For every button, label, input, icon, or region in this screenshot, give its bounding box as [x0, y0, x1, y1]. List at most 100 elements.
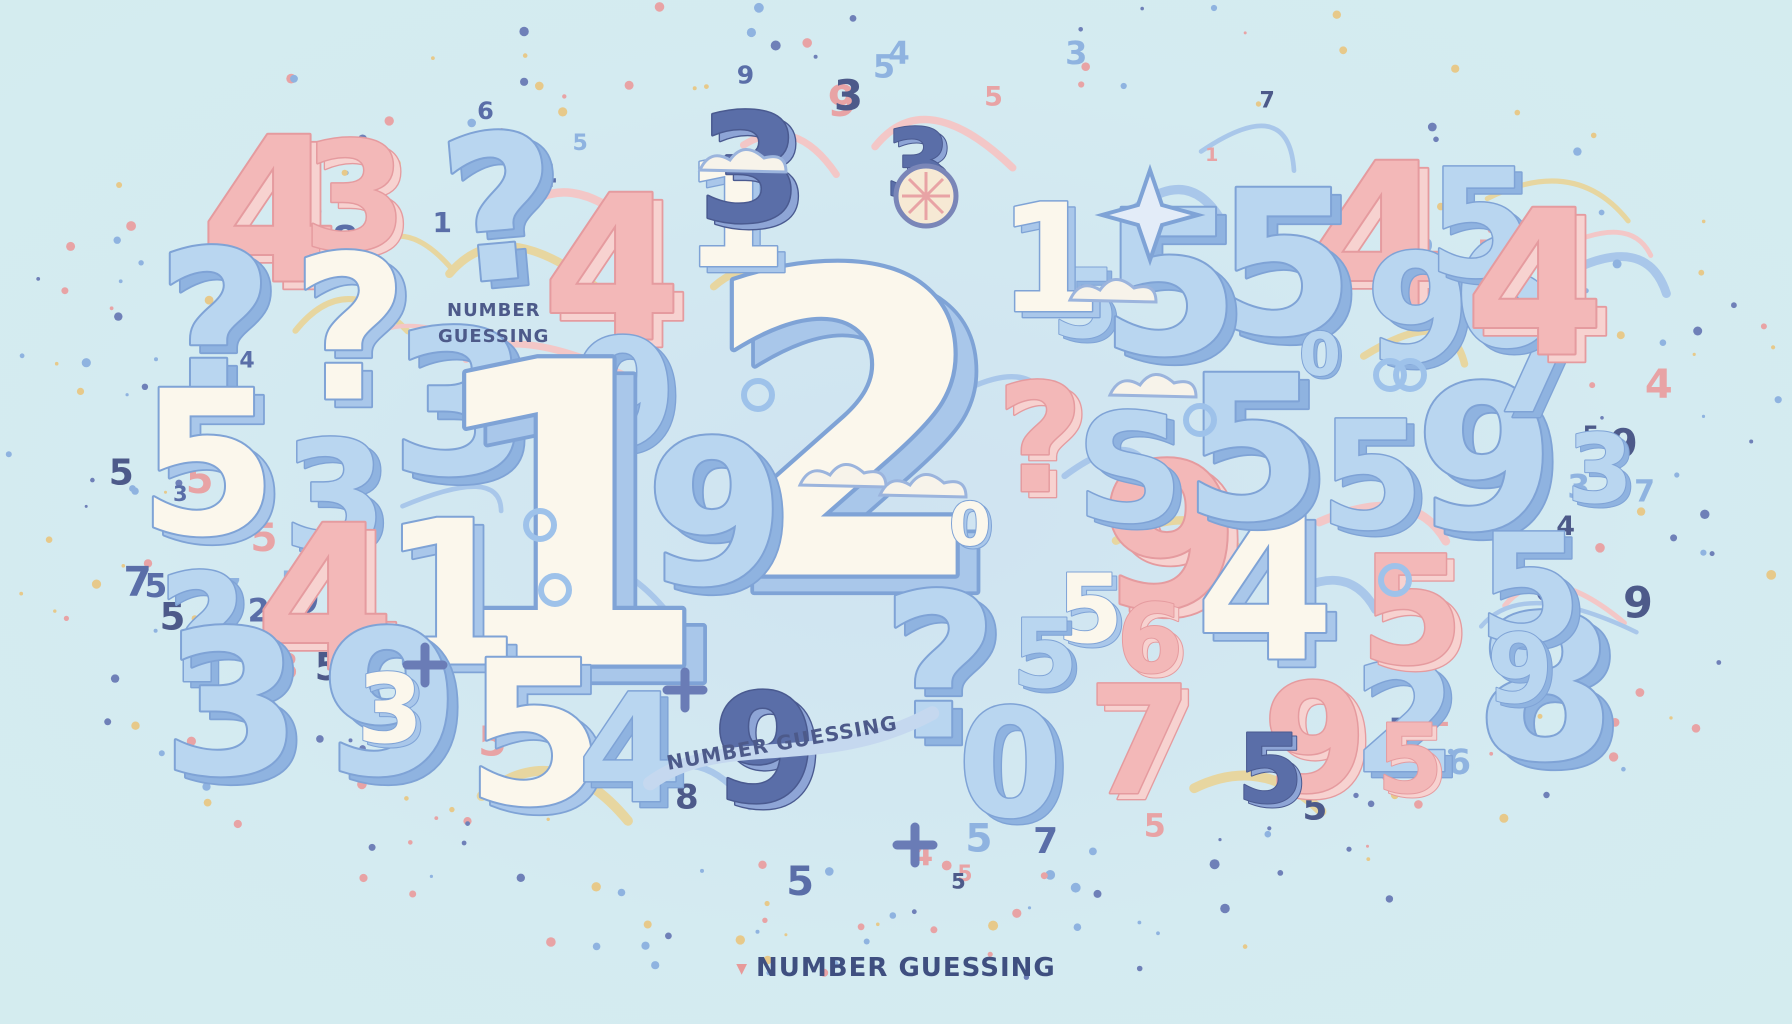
- digit-glyph: ??: [880, 550, 1010, 795]
- confetti-dot: [126, 221, 136, 231]
- confetti-dot: [825, 867, 834, 876]
- confetti-dot: [125, 393, 129, 397]
- confetti-dot: [90, 477, 95, 483]
- confetti-dot: [429, 874, 433, 879]
- confetti-dot: [1451, 64, 1460, 73]
- confetti-dot: [863, 938, 870, 945]
- confetti-dot: [113, 236, 121, 244]
- confetti-dot: [1277, 870, 1284, 876]
- confetti-dot: [1573, 147, 1582, 156]
- confetti-dot: [1070, 882, 1081, 893]
- digit-face: ?: [882, 552, 998, 785]
- digit-face: 3: [162, 589, 301, 822]
- confetti-dot: [36, 277, 41, 281]
- confetti-dot: [857, 923, 865, 931]
- confetti-dot: [1709, 551, 1715, 557]
- confetti-dot: [1012, 908, 1022, 918]
- confetti-dot: [802, 38, 812, 48]
- confetti-dot: [45, 536, 53, 543]
- digit-glyph: SS: [1074, 382, 1192, 565]
- confetti-dot: [1692, 352, 1696, 356]
- confetti-dot: [1700, 549, 1707, 556]
- digit-face: 6: [1117, 585, 1183, 695]
- digit-glyph: 33: [160, 587, 313, 832]
- small-digit: 5: [109, 453, 134, 494]
- confetti-dot: [665, 932, 672, 940]
- confetti-dot: [1669, 716, 1673, 720]
- confetti-dot: [81, 358, 91, 368]
- confetti-dot: [66, 241, 76, 251]
- confetti-dot: [1731, 302, 1737, 309]
- confetti-dot: [116, 182, 123, 188]
- confetti-dot: [562, 94, 567, 99]
- small-digit: 5: [951, 870, 966, 894]
- small-digit: 5: [572, 131, 587, 156]
- confetti-dot: [54, 361, 59, 366]
- digit-face: 3: [357, 655, 423, 765]
- digit-glyph: 99: [643, 397, 796, 642]
- digit-face: 5: [1377, 705, 1443, 815]
- digit-face: ?: [996, 353, 1083, 527]
- confetti-dot: [755, 929, 760, 934]
- confetti-dot: [522, 53, 528, 58]
- small-digit: 4: [888, 35, 910, 71]
- caption-left-line2: GUESSING: [438, 326, 549, 347]
- confetti-dot: [118, 279, 123, 284]
- small-digit: 3: [1065, 34, 1087, 72]
- confetti-dot: [1760, 323, 1767, 330]
- confetti-dot: [1499, 813, 1509, 823]
- confetti-dot: [1137, 920, 1142, 925]
- confetti-dot: [1774, 396, 1782, 404]
- confetti-dot: [519, 26, 529, 37]
- confetti-dot: [911, 909, 917, 915]
- confetti-dot: [764, 900, 770, 907]
- confetti-dot: [1616, 331, 1625, 340]
- digit-collage: 3455455955554523875435755454793555956167…: [5, 2, 1782, 980]
- confetti-dot: [784, 933, 788, 937]
- confetti-dot: [1595, 543, 1605, 553]
- confetti-dot: [617, 888, 626, 897]
- confetti-dot: [758, 860, 767, 869]
- confetti-dot: [153, 628, 158, 633]
- confetti-dot: [368, 843, 376, 851]
- confetti-dot: [876, 922, 880, 927]
- confetti-dot: [1691, 724, 1701, 733]
- confetti-dot: [138, 260, 144, 266]
- confetti-dot: [409, 890, 417, 898]
- digit-face: 0: [1299, 320, 1341, 390]
- confetti-dot: [5, 451, 12, 458]
- confetti-dot: [1218, 838, 1222, 842]
- small-digit: 3: [834, 71, 863, 120]
- confetti-dot: [1078, 27, 1083, 32]
- confetti-dot: [1040, 872, 1048, 880]
- confetti-dot: [520, 77, 529, 86]
- confetti-dot: [1366, 857, 1371, 861]
- confetti-dot: [591, 882, 601, 892]
- confetti-dot: [754, 2, 764, 13]
- confetti-dot: [1140, 6, 1144, 11]
- digit-glyph: 33: [696, 82, 811, 265]
- confetti-dot: [762, 917, 768, 923]
- confetti-dot: [1693, 326, 1703, 336]
- confetti-dot: [813, 54, 818, 59]
- confetti-dot: [53, 609, 57, 613]
- confetti-dot: [61, 287, 69, 295]
- confetti-dot: [1078, 81, 1085, 88]
- footer-caption-text: NUMBER GUESSING: [756, 953, 1056, 983]
- small-digit: 4: [1645, 362, 1673, 408]
- digit-face: 5: [1320, 390, 1424, 564]
- confetti-dot: [988, 920, 999, 931]
- digit-glyph: 99: [1486, 614, 1559, 730]
- confetti-dot: [1635, 688, 1645, 697]
- confetti-dot: [1073, 923, 1082, 931]
- confetti-dot: [1385, 895, 1394, 903]
- confetti-dot: [1701, 219, 1706, 224]
- confetti-dot: [1716, 660, 1722, 665]
- confetti-dot: [408, 840, 413, 845]
- confetti-dot: [592, 942, 601, 951]
- digit-face: 9: [645, 399, 784, 632]
- digit-face: 0: [949, 490, 991, 560]
- confetti-dot: [1332, 10, 1342, 19]
- confetti-dot: [849, 15, 857, 22]
- small-digit: 7: [1260, 88, 1275, 113]
